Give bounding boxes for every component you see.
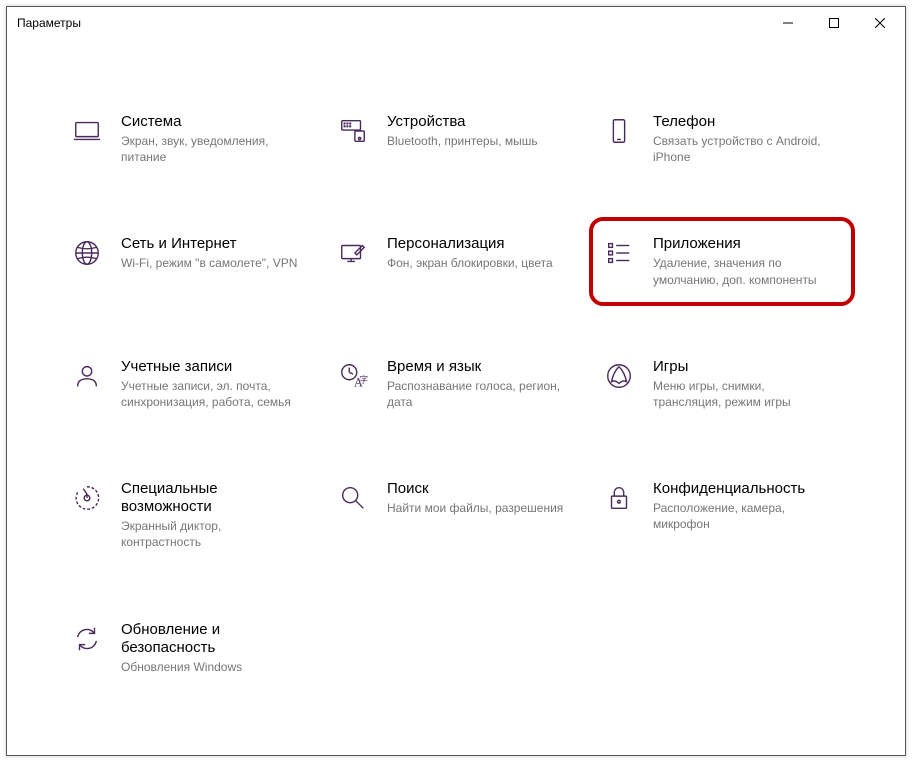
category-title: Обновление и безопасность — [121, 621, 309, 657]
phone-icon — [603, 115, 635, 147]
category-desc: Расположение, камера, микрофон — [653, 500, 833, 532]
settings-window: Параметры Система Экран, звук, уведомлен… — [6, 6, 906, 756]
category-title: Поиск — [387, 480, 563, 498]
category-ease-of-access[interactable]: Специальные возможности Экранный диктор,… — [67, 476, 313, 554]
category-phone[interactable]: Телефон Связать устройство с Android, iP… — [599, 109, 845, 169]
category-title: Устройства — [387, 113, 538, 131]
devices-icon — [337, 115, 369, 147]
category-time-language[interactable]: A字 Время и язык Распознавание голоса, ре… — [333, 354, 579, 414]
category-accounts[interactable]: Учетные записи Учетные записи, эл. почта… — [67, 354, 313, 414]
category-desc: Экран, звук, уведомления, питание — [121, 133, 301, 165]
ease-of-access-icon — [71, 482, 103, 514]
apps-icon — [603, 237, 635, 269]
category-desc: Учетные записи, эл. почта, синхронизация… — [121, 378, 301, 410]
categories-grid: Система Экран, звук, уведомления, питани… — [7, 39, 905, 755]
time-language-icon: A字 — [337, 360, 369, 392]
titlebar: Параметры — [7, 7, 905, 39]
window-controls — [765, 7, 903, 39]
category-title: Игры — [653, 358, 833, 376]
category-desc: Wi-Fi, режим "в самолете", VPN — [121, 255, 297, 271]
category-search[interactable]: Поиск Найти мои файлы, разрешения — [333, 476, 579, 554]
category-title: Сеть и Интернет — [121, 235, 297, 253]
close-button[interactable] — [857, 7, 903, 39]
category-system[interactable]: Система Экран, звук, уведомления, питани… — [67, 109, 313, 169]
category-desc: Bluetooth, принтеры, мышь — [387, 133, 538, 149]
system-icon — [71, 115, 103, 147]
category-title: Учетные записи — [121, 358, 301, 376]
update-security-icon — [71, 623, 103, 655]
category-devices[interactable]: Устройства Bluetooth, принтеры, мышь — [333, 109, 579, 169]
category-title: Специальные возможности — [121, 480, 309, 516]
personalization-icon — [337, 237, 369, 269]
category-title: Телефон — [653, 113, 833, 131]
category-personalization[interactable]: Персонализация Фон, экран блокировки, цв… — [333, 231, 579, 291]
category-desc: Найти мои файлы, разрешения — [387, 500, 563, 516]
category-title: Приложения — [653, 235, 833, 253]
category-desc: Фон, экран блокировки, цвета — [387, 255, 553, 271]
network-icon — [71, 237, 103, 269]
category-apps[interactable]: Приложения Удаление, значения по умолчан… — [589, 217, 855, 305]
search-icon — [337, 482, 369, 514]
maximize-button[interactable] — [811, 7, 857, 39]
category-desc: Меню игры, снимки, трансляция, режим игр… — [653, 378, 833, 410]
category-desc: Обновления Windows — [121, 659, 301, 675]
window-title: Параметры — [17, 16, 81, 30]
category-update-security[interactable]: Обновление и безопасность Обновления Win… — [67, 617, 313, 679]
accounts-icon — [71, 360, 103, 392]
category-network[interactable]: Сеть и Интернет Wi-Fi, режим "в самолете… — [67, 231, 313, 291]
category-title: Конфиденциальность — [653, 480, 833, 498]
category-desc: Экранный диктор, контрастность — [121, 518, 301, 550]
category-title: Время и язык — [387, 358, 567, 376]
category-desc: Связать устройство с Android, iPhone — [653, 133, 833, 165]
gaming-icon — [603, 360, 635, 392]
category-title: Персонализация — [387, 235, 553, 253]
category-desc: Распознавание голоса, регион, дата — [387, 378, 567, 410]
category-privacy[interactable]: Конфиденциальность Расположение, камера,… — [599, 476, 845, 554]
category-desc: Удаление, значения по умолчанию, доп. ко… — [653, 255, 833, 287]
svg-text:字: 字 — [360, 374, 368, 384]
minimize-button[interactable] — [765, 7, 811, 39]
category-gaming[interactable]: Игры Меню игры, снимки, трансляция, режи… — [599, 354, 845, 414]
privacy-icon — [603, 482, 635, 514]
category-title: Система — [121, 113, 301, 131]
